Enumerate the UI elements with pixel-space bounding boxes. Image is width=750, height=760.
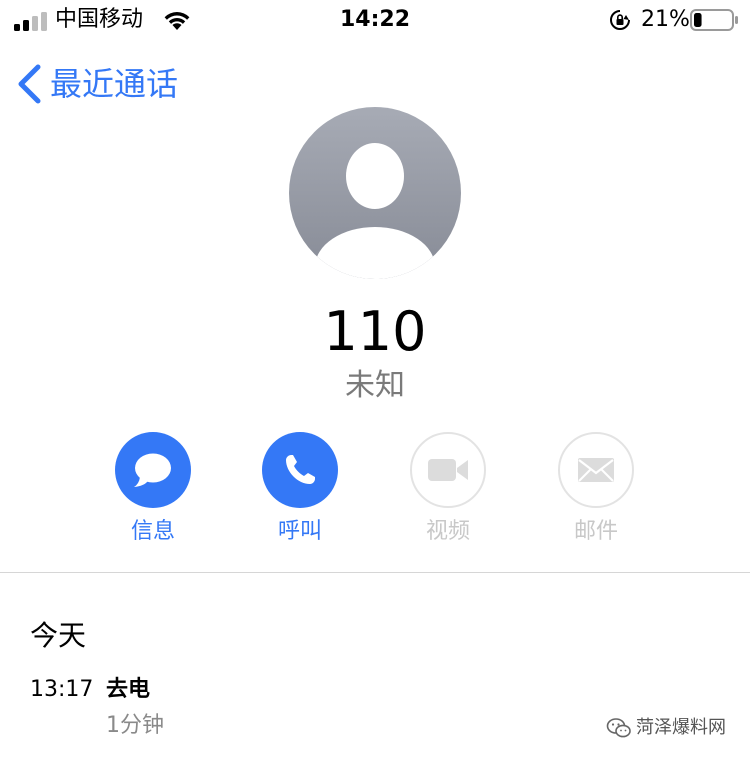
chevron-left-icon [18, 64, 41, 104]
mail-button[interactable]: 邮件 [536, 432, 656, 552]
divider [0, 572, 750, 573]
battery-icon [690, 9, 738, 31]
history-entry-time: 13:17 [30, 677, 94, 702]
phone-icon [286, 455, 315, 484]
battery-percentage: 21% [641, 7, 690, 32]
rotation-lock-icon [610, 10, 630, 30]
call-label: 呼叫 [277, 519, 322, 544]
video-camera-icon [428, 459, 468, 481]
wechat-icon [606, 718, 631, 738]
contact-number: 110 [323, 300, 427, 363]
message-button[interactable]: 信息 [93, 432, 213, 552]
history-entry-duration: 1分钟 [106, 713, 164, 738]
mail-envelope-icon [578, 458, 614, 482]
mail-label: 邮件 [573, 519, 618, 544]
action-bar: 信息 呼叫 视频 邮件 [0, 432, 750, 552]
status-time: 14:22 [339, 7, 411, 32]
message-bubble-icon [134, 453, 171, 487]
message-label: 信息 [130, 519, 175, 544]
person-silhouette-icon [289, 107, 461, 279]
history-entry-type: 去电 [106, 677, 151, 702]
watermark: 菏泽爆料网 [606, 714, 726, 742]
call-button[interactable]: 呼叫 [240, 432, 360, 552]
contact-label: 未知 [345, 368, 405, 403]
watermark-text: 菏泽爆料网 [636, 717, 726, 738]
video-label: 视频 [425, 519, 470, 544]
back-label: 最近通话 [50, 65, 179, 103]
status-bar: 中国移动 14:22 21% [0, 0, 750, 40]
video-button[interactable]: 视频 [388, 432, 508, 552]
back-button[interactable]: 最近通话 [14, 62, 178, 106]
history-section-title: 今天 [30, 619, 87, 652]
